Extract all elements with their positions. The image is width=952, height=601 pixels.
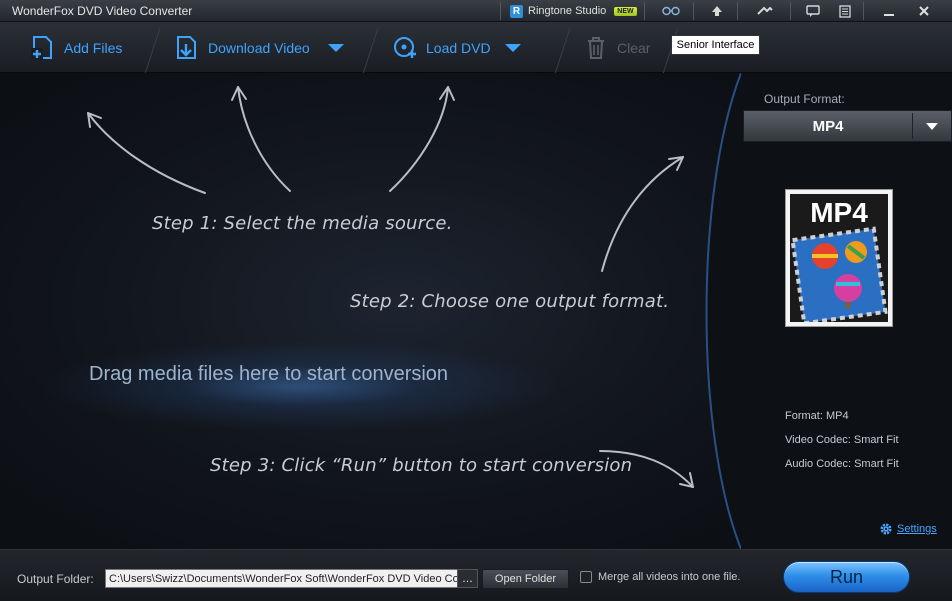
browse-folder-button[interactable]: … bbox=[457, 569, 478, 588]
feedback-icon[interactable] bbox=[804, 3, 822, 19]
title-separator bbox=[693, 2, 694, 20]
app-title: WonderFox DVD Video Converter bbox=[12, 4, 193, 18]
video-codec-info: Video Codec: Smart Fit bbox=[785, 434, 899, 446]
drag-hint: Drag media files here to start conversio… bbox=[89, 363, 449, 385]
trash-icon bbox=[588, 36, 604, 59]
output-folder-label: Output Folder: bbox=[17, 572, 94, 586]
title-bar: WonderFox DVD Video Converter R Ringtone… bbox=[0, 0, 952, 22]
ringtone-studio-label: Ringtone Studio bbox=[528, 5, 607, 17]
gear-icon bbox=[880, 523, 892, 535]
load-dvd-icon bbox=[394, 36, 416, 58]
step-1-text: Step 1: Select the media source. bbox=[152, 213, 453, 234]
chevron-down-icon[interactable] bbox=[926, 123, 938, 130]
load-dvd-button[interactable]: Load DVD bbox=[392, 22, 521, 73]
arrow-format bbox=[601, 156, 684, 272]
output-format-select[interactable]: MP4 bbox=[743, 110, 952, 142]
toolbar-divider bbox=[554, 28, 571, 74]
mp4-thumbnail: MP4 bbox=[790, 194, 888, 322]
title-separator bbox=[644, 2, 645, 20]
title-separator bbox=[737, 2, 738, 20]
new-badge: NEW bbox=[614, 6, 637, 16]
load-dvd-label: Load DVD bbox=[426, 39, 491, 56]
open-folder-button[interactable]: Open Folder bbox=[482, 569, 569, 589]
notes-icon[interactable] bbox=[836, 3, 854, 19]
drop-area[interactable]: Step 1: Select the media source. Step 2:… bbox=[0, 73, 741, 549]
title-separator bbox=[790, 2, 791, 20]
tools-icon[interactable] bbox=[756, 3, 774, 19]
step-3-text: Step 3: Click “Run” button to start conv… bbox=[210, 455, 633, 476]
main-toolbar: Add Files Download Video Load DVD Clear bbox=[0, 22, 952, 74]
download-video-label: Download Video bbox=[208, 39, 310, 56]
balloons-icon bbox=[790, 226, 888, 322]
download-video-icon bbox=[177, 35, 196, 59]
arrow-download bbox=[237, 86, 291, 192]
merge-checkbox[interactable] bbox=[580, 571, 592, 583]
clear-button[interactable]: Clear bbox=[583, 22, 650, 73]
minimize-icon[interactable] bbox=[880, 3, 898, 19]
output-folder-input[interactable]: C:\Users\Swizz\Documents\WonderFox Soft\… bbox=[105, 569, 478, 588]
tooltip: Senior Interface bbox=[671, 35, 760, 55]
upload-icon[interactable] bbox=[708, 3, 726, 19]
download-video-dropdown-icon[interactable] bbox=[327, 43, 344, 52]
download-video-button[interactable]: Download Video bbox=[174, 22, 344, 73]
format-info: Format: MP4 bbox=[785, 410, 849, 422]
settings-label: Settings bbox=[897, 523, 937, 535]
run-button[interactable]: Run bbox=[783, 561, 910, 593]
glasses-icon[interactable] bbox=[662, 3, 680, 19]
step-2-text: Step 2: Choose one output format. bbox=[350, 291, 670, 312]
ringtone-studio-icon: R bbox=[510, 4, 523, 18]
title-separator bbox=[500, 2, 501, 20]
settings-link[interactable]: Settings bbox=[879, 522, 937, 536]
bottom-bar: Output Folder: C:\Users\Swizz\Documents\… bbox=[0, 549, 952, 601]
output-panel: Output Format: MP4 MP4 Format: MP4 Video… bbox=[741, 73, 952, 549]
output-format-value: MP4 bbox=[812, 117, 844, 135]
close-icon[interactable] bbox=[915, 3, 933, 19]
merge-option[interactable]: Merge all videos into one file. bbox=[580, 571, 740, 583]
ringtone-studio-button[interactable]: R Ringtone Studio NEW bbox=[510, 3, 637, 19]
load-dvd-dropdown-icon[interactable] bbox=[504, 43, 521, 52]
clear-label: Clear bbox=[617, 39, 651, 56]
audio-codec-info: Audio Codec: Smart Fit bbox=[785, 458, 899, 470]
toolbar-divider bbox=[144, 28, 161, 74]
arrow-add-files bbox=[87, 112, 206, 194]
output-format-label: Output Format: bbox=[764, 92, 845, 106]
select-separator bbox=[912, 113, 913, 139]
add-files-label: Add Files bbox=[64, 39, 123, 56]
add-files-button[interactable]: Add Files bbox=[30, 22, 122, 73]
format-preview[interactable]: MP4 bbox=[785, 189, 893, 327]
merge-label: Merge all videos into one file. bbox=[598, 571, 741, 583]
arrow-load-dvd bbox=[389, 86, 449, 192]
add-files-icon bbox=[31, 35, 52, 60]
title-separator bbox=[863, 2, 864, 20]
toolbar-divider bbox=[362, 28, 379, 74]
